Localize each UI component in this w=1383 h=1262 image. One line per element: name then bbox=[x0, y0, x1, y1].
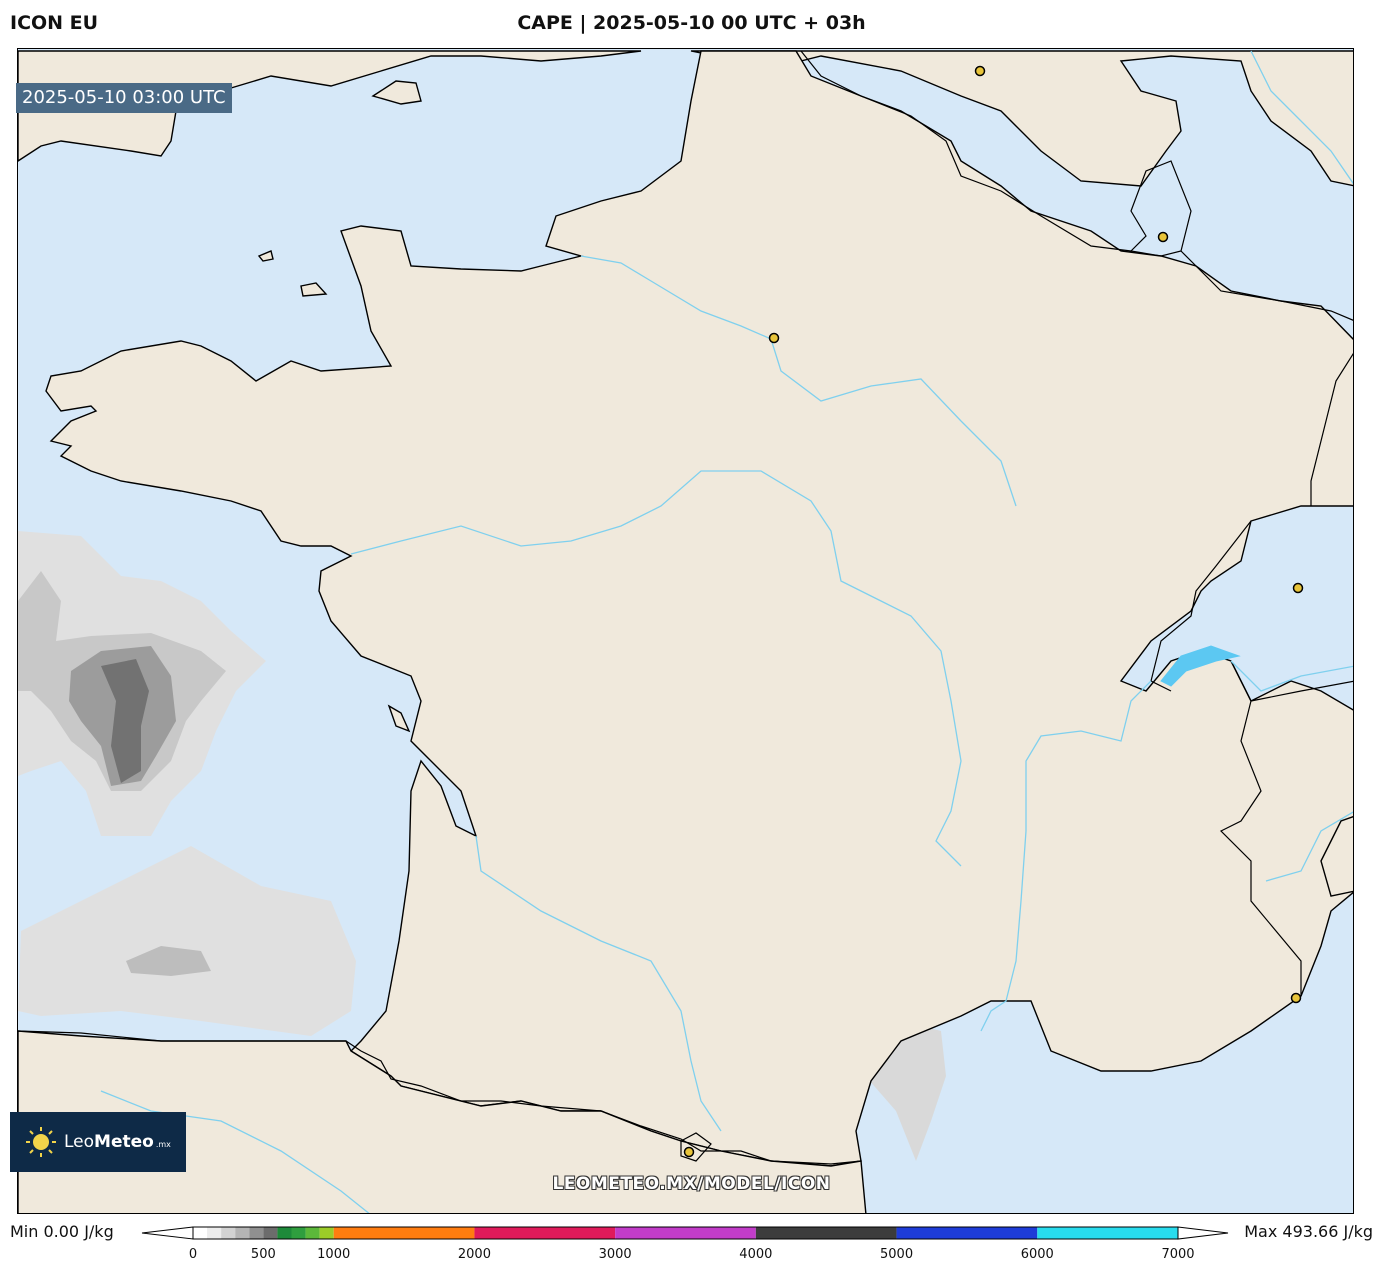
colorbar-min-label: Min 0.00 J/kg bbox=[10, 1222, 114, 1241]
colorbar-segment bbox=[333, 1227, 475, 1239]
map-canvas bbox=[18, 50, 1353, 1213]
city-marker bbox=[1290, 992, 1302, 1004]
cape-shade-south bbox=[18, 846, 356, 1036]
logo-wordmark: LeoMeteo .mx bbox=[64, 1132, 171, 1152]
ile-de-re bbox=[387, 704, 411, 733]
colorbar-segment bbox=[249, 1227, 264, 1239]
colorbar-tick-label: 0 bbox=[188, 1247, 198, 1262]
channel-island-1 bbox=[257, 250, 274, 262]
city-marker bbox=[974, 65, 986, 77]
chart-title: CAPE | 2025-05-10 00 UTC + 03h bbox=[517, 12, 866, 34]
colorbar-tick-label: 7000 bbox=[1161, 1247, 1195, 1262]
colorbar-segment bbox=[305, 1227, 320, 1239]
colorbar-segment bbox=[291, 1227, 306, 1239]
colorbar-segment bbox=[221, 1227, 236, 1239]
colorbar-segment bbox=[319, 1227, 334, 1239]
colorbar-min-extension bbox=[141, 1226, 194, 1240]
colorbar-tick-label: 1000 bbox=[317, 1247, 351, 1262]
colorbar-segment bbox=[896, 1227, 1038, 1239]
colorbar-segment bbox=[235, 1227, 250, 1239]
colorbar-tick-label: 500 bbox=[250, 1247, 276, 1262]
colorbar-segment bbox=[207, 1227, 222, 1239]
city-marker bbox=[768, 332, 780, 344]
city-marker bbox=[683, 1146, 695, 1158]
colorbar-segment bbox=[755, 1227, 897, 1239]
colorbar-tick-label: 6000 bbox=[1020, 1247, 1054, 1262]
isle-of-wight bbox=[371, 80, 422, 105]
colorbar-max-label: Max 493.66 J/kg bbox=[1244, 1222, 1373, 1241]
colorbar-tick-label: 5000 bbox=[880, 1247, 914, 1262]
colorbar-segment bbox=[193, 1227, 208, 1239]
colorbar-tick-label: 2000 bbox=[457, 1247, 491, 1262]
map-panel[interactable] bbox=[17, 48, 1354, 1214]
colorbar-max-extension bbox=[1177, 1226, 1229, 1240]
colorbar-tick-label: 4000 bbox=[739, 1247, 773, 1262]
channel-island-2 bbox=[300, 282, 328, 297]
colorbar-segment bbox=[615, 1227, 756, 1239]
colorbar-segment bbox=[277, 1227, 292, 1239]
watermark-url: LEOMETEO.MX/MODEL/ICON bbox=[552, 1174, 831, 1194]
colorbar-segment bbox=[263, 1227, 278, 1239]
valid-time-label: 2025-05-10 03:00 UTC bbox=[16, 83, 232, 113]
colorbar-segment bbox=[474, 1227, 616, 1239]
city-marker bbox=[1292, 582, 1304, 594]
cape-colorbar bbox=[141, 1226, 1229, 1240]
colorbar-tick-label: 3000 bbox=[598, 1247, 632, 1262]
leometeo-logo: LeoMeteo .mx bbox=[10, 1112, 186, 1172]
city-marker bbox=[1157, 231, 1169, 243]
sun-icon bbox=[26, 1127, 56, 1157]
colorbar-segment bbox=[1037, 1227, 1178, 1239]
